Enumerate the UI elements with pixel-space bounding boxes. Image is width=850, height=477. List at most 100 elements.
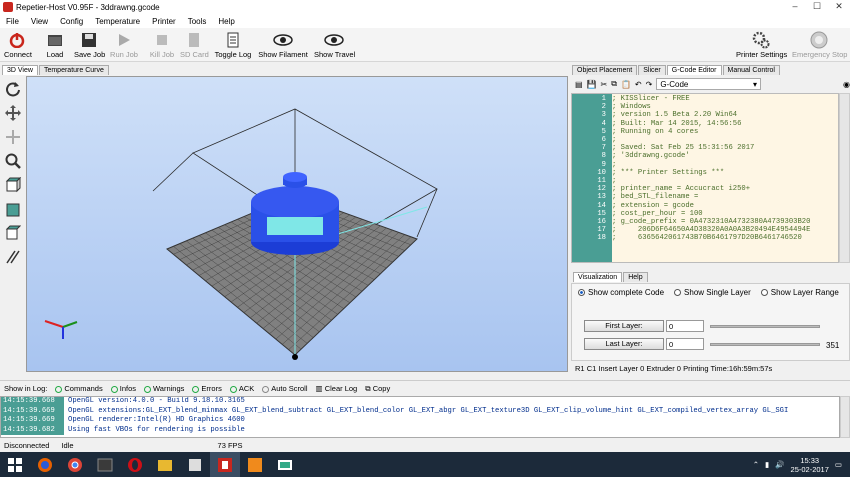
maximize-button[interactable]: ☐ [806, 0, 828, 14]
network-icon[interactable]: ▮ [765, 460, 769, 469]
load-button[interactable]: Load [42, 30, 68, 59]
line-number: 12 [597, 185, 606, 194]
line-text: ; [612, 177, 617, 185]
line-text: ; Running on 4 cores [612, 127, 699, 136]
copy-log-button[interactable]: ⧉ Copy [365, 384, 390, 394]
first-layer-slider[interactable] [710, 325, 820, 328]
copy-icon[interactable]: ⧉ [611, 79, 617, 89]
gcode-selector[interactable]: G-Code ▾ [656, 78, 762, 90]
emergency-stop-button[interactable]: Emergency Stop [792, 30, 847, 59]
gcode-text-area[interactable]: 1 ; KISSlicer - FREE 2 ; Windows 3 ; version … [571, 93, 839, 263]
save-job-button[interactable]: Save Job [74, 30, 105, 59]
toggle-log-button[interactable]: Toggle Log [214, 30, 252, 59]
menu-temperature[interactable]: Temperature [89, 17, 146, 26]
opera-taskbar-icon[interactable] [120, 452, 150, 477]
printer-settings-button[interactable]: Printer Settings [736, 30, 787, 59]
kill-job-button[interactable]: Kill Job [148, 30, 176, 59]
show-single-layer-radio[interactable]: Show Single Layer [674, 288, 751, 297]
tab-gcode-editor[interactable]: G-Code Editor [666, 65, 722, 75]
last-layer-button[interactable]: Last Layer: [584, 338, 664, 350]
tab-3d-view[interactable]: 3D View [2, 65, 38, 75]
app2-taskbar-icon[interactable] [270, 452, 300, 477]
log-scrollbar[interactable] [840, 396, 850, 438]
clear-log-button[interactable]: ▥ Clear Log [316, 384, 358, 393]
run-job-button[interactable]: Run Job [110, 30, 138, 59]
firefox-taskbar-icon[interactable] [30, 452, 60, 477]
line-text: ; [612, 136, 617, 144]
front-view-icon[interactable] [2, 198, 24, 220]
menu-file[interactable]: File [0, 17, 25, 26]
line-number: 1 [601, 95, 606, 103]
play-icon [119, 34, 130, 46]
notifications-icon[interactable]: ▭ [835, 460, 842, 469]
menu-printer[interactable]: Printer [146, 17, 182, 26]
paste-icon[interactable]: 📋 [621, 80, 631, 89]
media-taskbar-icon[interactable] [90, 452, 120, 477]
window-controls: – ☐ ✕ [784, 0, 850, 14]
gcode-line: 16 ; g_code_prefix = 0A4732310A4732380A47… [572, 218, 838, 226]
show-layer-range-radio[interactable]: Show Layer Range [760, 288, 839, 297]
menu-help[interactable]: Help [212, 17, 240, 26]
cut-icon[interactable]: ✂ [601, 80, 608, 89]
gcode-line: 5 ; Running on 4 cores [572, 127, 838, 136]
first-layer-button[interactable]: First Layer: [584, 320, 664, 332]
3d-viewport[interactable] [26, 76, 568, 372]
move-object-icon[interactable] [2, 126, 24, 148]
tab-object-placement[interactable]: Object Placement [572, 65, 638, 75]
connect-button[interactable]: Connect [4, 30, 32, 59]
last-layer-slider[interactable] [710, 343, 820, 346]
tab-temperature-curve[interactable]: Temperature Curve [38, 65, 109, 75]
last-layer-input[interactable]: 0 [666, 338, 704, 350]
gcode-line: 14 ; extension = gcode [572, 201, 838, 210]
chevron-up-icon[interactable]: ⌃ [753, 460, 759, 469]
errors-toggle[interactable]: Errors [192, 384, 222, 393]
start-button[interactable] [0, 452, 30, 477]
chrome-taskbar-icon[interactable] [60, 452, 90, 477]
radio-icon [674, 289, 682, 297]
show-travel-button[interactable]: Show Travel [314, 30, 355, 59]
ack-toggle[interactable]: ACK [229, 384, 254, 393]
tab-visualization[interactable]: Visualization [573, 272, 623, 282]
move-icon[interactable] [2, 102, 24, 124]
log-row: 14:15:39.669 OpenGL renderer:Intel(R) HD … [1, 416, 245, 426]
save-icon[interactable]: 💾 [587, 80, 597, 89]
top-view-icon[interactable] [2, 222, 24, 244]
show-complete-code-radio[interactable]: Show complete Code [578, 288, 664, 297]
auto-scroll-toggle[interactable]: Auto Scroll [262, 384, 308, 393]
repetier-taskbar-icon[interactable] [210, 452, 240, 477]
menu-tools[interactable]: Tools [182, 17, 213, 26]
view-toggle-icon[interactable]: ◉ [843, 80, 850, 89]
clock[interactable]: 15:33 25-02-2017 [791, 456, 829, 474]
first-layer-input[interactable]: 0 [666, 320, 704, 332]
iso-view-icon[interactable] [2, 174, 24, 196]
last-layer-max: 351 [826, 341, 840, 350]
redo-icon[interactable]: ↷ [646, 80, 653, 89]
line-number: 14 [597, 201, 606, 210]
tab-help[interactable]: Help [623, 272, 648, 282]
parallel-view-icon[interactable] [2, 246, 24, 268]
minimize-button[interactable]: – [784, 0, 806, 14]
explorer-taskbar-icon[interactable] [150, 452, 180, 477]
new-file-icon[interactable]: ▤ [575, 80, 583, 89]
sd-card-button[interactable]: SD Card [180, 30, 209, 59]
close-button[interactable]: ✕ [828, 0, 850, 14]
infos-toggle[interactable]: Infos [110, 384, 136, 393]
menu-view[interactable]: View [25, 17, 54, 26]
menu-config[interactable]: Config [54, 17, 89, 26]
gcode-line: 13 ; bed_STL_filename = [572, 193, 838, 201]
tab-slicer[interactable]: Slicer [638, 65, 666, 75]
show-filament-button[interactable]: Show Filament [258, 30, 308, 59]
commands-toggle[interactable]: Commands [55, 384, 103, 393]
log-panel[interactable]: 14:15:39.668 OpenGL version:4.0.0 - Build… [0, 396, 840, 438]
warnings-toggle[interactable]: Warnings [144, 384, 184, 393]
undo-icon[interactable]: ↶ [635, 80, 642, 89]
app-taskbar-icon[interactable] [240, 452, 270, 477]
volume-icon[interactable]: 🔊 [775, 460, 784, 469]
radio-icon [578, 289, 585, 297]
files-taskbar-icon[interactable] [180, 452, 210, 477]
rotate-icon[interactable] [2, 78, 24, 100]
tab-manual-control[interactable]: Manual Control [722, 65, 780, 75]
zoom-icon[interactable] [2, 150, 24, 172]
emergency-stop-icon [810, 31, 828, 49]
gcode-scrollbar[interactable] [839, 93, 850, 263]
